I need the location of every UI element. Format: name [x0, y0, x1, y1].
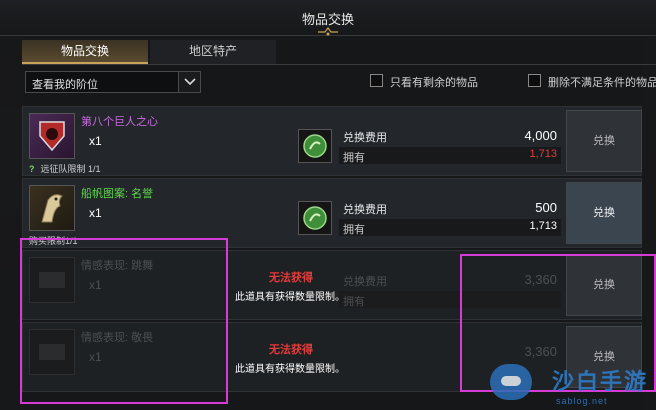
unavailable-description: 此道具有获得数量限制。 — [235, 364, 345, 375]
owned-value: 1,713 — [529, 220, 557, 232]
watermark: 沙白手游 sablog.net — [488, 358, 656, 410]
owned-label: 拥有 — [343, 296, 365, 308]
cost-value: 500 — [535, 200, 557, 215]
item-name: 第八个巨人之心 — [81, 116, 158, 128]
owned-amount: 拥有 1,713 — [339, 147, 561, 164]
gamepad-logo-icon — [490, 364, 532, 400]
cost-label: 兑换费用 — [343, 276, 387, 288]
cost-label: 兑换费用 — [343, 204, 387, 216]
checkbox-label: 删除不满足条件的物品 — [548, 77, 656, 89]
item-name: 情感表现: 敬畏 — [81, 332, 154, 344]
owned-label: 拥有 — [343, 152, 365, 164]
title-bar: 物品交换 — [0, 0, 656, 36]
checkbox-label: 只看有剩余的物品 — [390, 77, 478, 89]
exchange-cost: 兑换费用 3,360 — [339, 271, 561, 288]
limit-text: 购买限制1/1 — [29, 236, 78, 246]
currency-orb-icon — [298, 201, 332, 235]
exchange-button[interactable]: 兑换 — [566, 254, 642, 316]
cost-label: 兑换费用 — [343, 132, 387, 144]
cost-value: 3,360 — [524, 344, 557, 359]
item-quantity: x1 — [89, 206, 102, 220]
currency-orb-icon — [298, 129, 332, 163]
cost-value: 4,000 — [524, 128, 557, 143]
exchange-button[interactable]: 兑换 — [566, 182, 642, 244]
owned-value: 1,713 — [529, 148, 557, 160]
item-limit: ? 远征队限制 1/1 — [29, 162, 101, 175]
unavailable-title: 无法获得 — [269, 344, 313, 356]
tab-divider — [22, 64, 656, 65]
item-quantity: x1 — [89, 134, 102, 148]
title-ornament-icon — [318, 27, 338, 36]
unavailable-title: 无法获得 — [269, 272, 313, 284]
exchange-cost: 兑换费用 500 — [339, 199, 561, 216]
emote-card-icon — [29, 329, 75, 375]
chevron-down-icon — [184, 78, 196, 86]
owned-amount: 拥有 1,713 — [339, 219, 561, 236]
exchange-row: 第八个巨人之心 x1 ? 远征队限制 1/1 兑换费用 4,000 拥有 1,71… — [22, 106, 642, 176]
exchange-cost: 兑换费用 4,000 — [339, 127, 561, 144]
checkbox-box[interactable] — [528, 74, 541, 87]
exchange-row: 船帆图案: 名誉 x1 购买限制1/1 兑换费用 500 拥有 1,713 兑换 — [22, 178, 642, 248]
limit-text: 远征队限制 1/1 — [40, 164, 101, 174]
watermark-text: 沙白手游 — [552, 369, 649, 394]
emote-card-icon — [29, 257, 75, 303]
rank-filter-dropdown[interactable]: 查看我的阶位 — [25, 71, 201, 93]
dropdown-value: 查看我的阶位 — [32, 79, 98, 91]
window-title: 物品交换 — [301, 12, 354, 27]
exchange-window: 物品交换 物品交换 地区特产 查看我的阶位 只看有剩余的物品 删除不满足条件的物… — [0, 0, 656, 410]
item-quantity: x1 — [89, 350, 102, 364]
help-icon[interactable]: ? — [29, 164, 35, 174]
giant-heart-icon — [29, 113, 75, 159]
cost-value: 3,360 — [524, 272, 557, 287]
exchange-row: 情感表现: 跳舞 x1 无法获得 此道具有获得数量限制。 兑换费用 3,360 … — [22, 250, 642, 320]
exchange-button[interactable]: 兑换 — [566, 110, 642, 172]
item-quantity: x1 — [89, 278, 102, 292]
unavailable-description: 此道具有获得数量限制。 — [235, 292, 345, 303]
owned-label: 拥有 — [343, 224, 365, 236]
checkbox-box[interactable] — [370, 74, 383, 87]
watermark-url: sablog.net — [556, 396, 608, 406]
item-name: 情感表现: 跳舞 — [81, 260, 154, 272]
tab-item-exchange[interactable]: 物品交换 — [22, 40, 148, 64]
dropdown-arrow[interactable] — [178, 72, 200, 92]
eagle-sail-icon — [29, 185, 75, 231]
item-name: 船帆图案: 名誉 — [81, 188, 154, 200]
owned-amount: 拥有 — [339, 291, 561, 308]
tab-regional-specialty[interactable]: 地区特产 — [150, 40, 276, 64]
